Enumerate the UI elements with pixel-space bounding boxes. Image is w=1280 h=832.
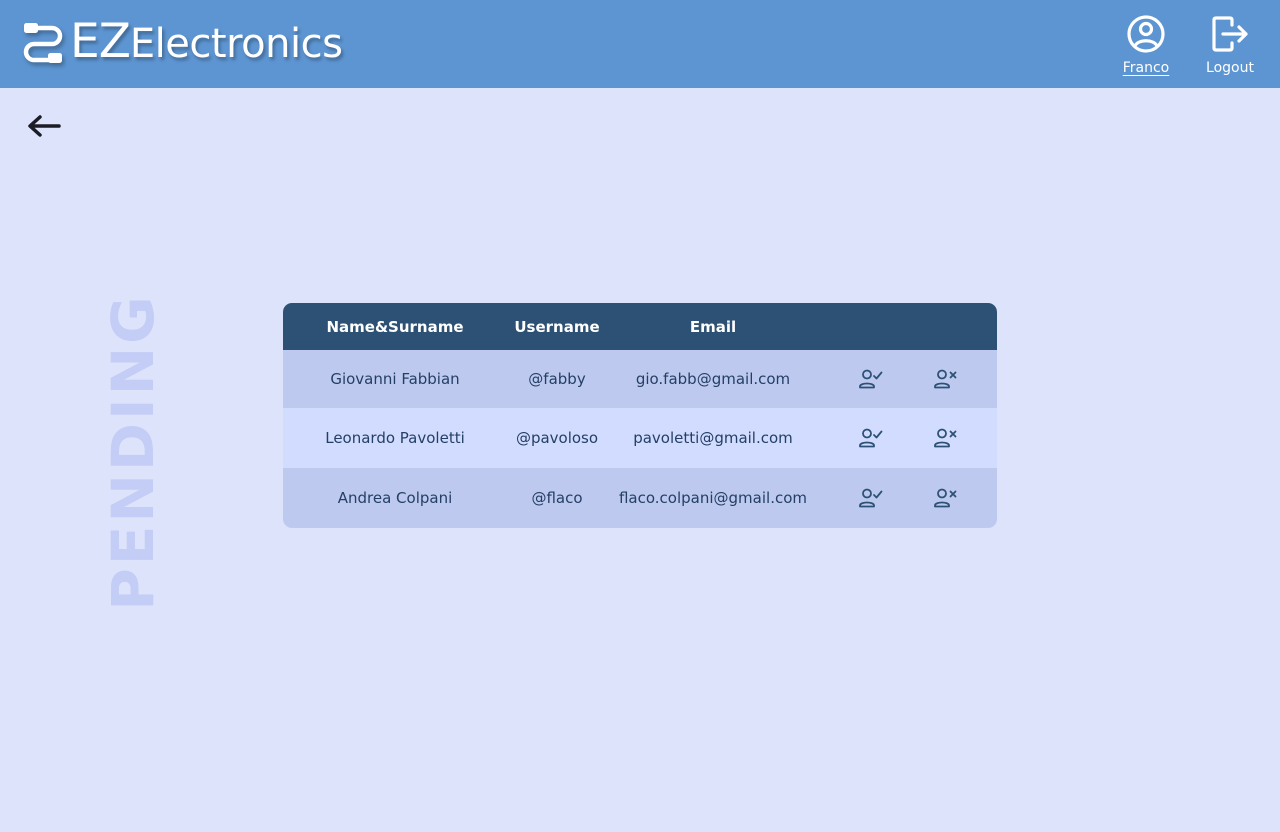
cell-email: pavoletti@gmail.com — [633, 429, 793, 447]
cell-name: Andrea Colpani — [337, 489, 453, 507]
approve-user-button[interactable] — [858, 487, 884, 509]
cell-name: Leonardo Pavoletti — [325, 429, 465, 447]
column-header-name: Name&Surname — [326, 317, 464, 336]
logout-icon — [1212, 16, 1248, 52]
approve-user-button[interactable] — [858, 368, 884, 390]
approve-user-button[interactable] — [858, 427, 884, 449]
back-arrow-icon[interactable] — [26, 110, 62, 142]
app-logo[interactable]: EZElectronics — [22, 18, 343, 67]
reject-user-button[interactable] — [933, 368, 959, 390]
cell-email: gio.fabb@gmail.com — [635, 370, 791, 388]
user-circle-icon — [1127, 15, 1165, 53]
table-header: Name&Surname Username Email — [283, 303, 997, 350]
top-header: EZElectronics Franco Logout — [0, 0, 1280, 88]
table-row: Giovanni Fabbian @fabby gio.fabb@gmail.c… — [283, 350, 997, 408]
reject-user-button[interactable] — [933, 427, 959, 449]
pending-users-table: Name&Surname Username Email Giovanni Fab… — [283, 303, 997, 528]
cell-name: Giovanni Fabbian — [330, 370, 460, 388]
column-header-username: Username — [514, 317, 600, 336]
column-header-email: Email — [689, 317, 737, 336]
logo-wordmark: EZElectronics — [70, 18, 343, 67]
user-x-icon — [934, 428, 957, 448]
user-x-icon — [934, 488, 957, 508]
logo-ez: EZ — [70, 14, 131, 69]
user-x-icon — [934, 369, 957, 389]
reject-user-button[interactable] — [933, 487, 959, 509]
logo-electronics: Electronics — [129, 21, 343, 67]
logout-button[interactable]: Logout — [1202, 14, 1258, 76]
profile-button[interactable]: Franco — [1116, 14, 1176, 76]
logout-label: Logout — [1206, 60, 1254, 76]
user-check-icon — [859, 488, 883, 508]
cell-username: @flaco — [531, 489, 583, 507]
section-title: PENDING — [99, 293, 167, 611]
cell-username: @pavoloso — [515, 429, 599, 447]
table-row: Andrea Colpani @flaco flaco.colpani@gmai… — [283, 468, 997, 528]
cell-username: @fabby — [528, 370, 586, 388]
user-check-icon — [859, 369, 883, 389]
cable-connector-icon — [23, 23, 63, 63]
user-check-icon — [859, 428, 883, 448]
profile-label: Franco — [1122, 60, 1170, 76]
cell-email: flaco.colpani@gmail.com — [618, 489, 807, 507]
table-row: Leonardo Pavoletti @pavoloso pavoletti@g… — [283, 408, 997, 468]
